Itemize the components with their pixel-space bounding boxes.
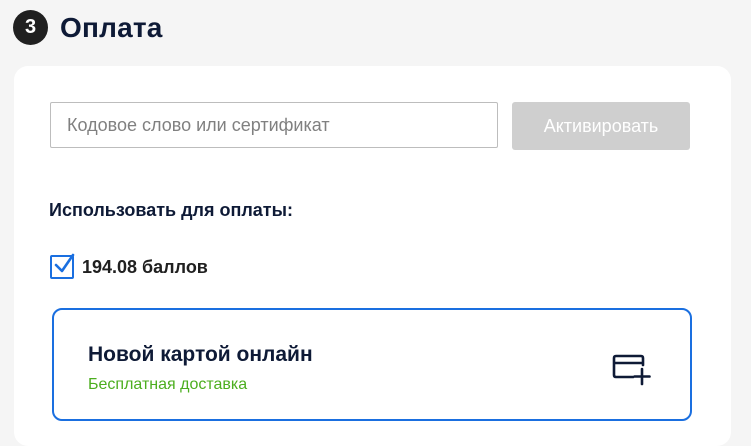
payment-option-subtitle: Бесплатная доставка	[88, 376, 248, 393]
points-label: 194.08 баллов	[82, 256, 208, 277]
use-for-payment-label: Использовать для оплаты:	[49, 200, 293, 220]
points-checkbox[interactable]	[50, 253, 75, 279]
section-title: Оплата	[60, 11, 163, 43]
payment-card: Активировать Использовать для оплаты: 19…	[14, 66, 731, 446]
payment-option-title: Новой картой онлайн	[88, 343, 313, 366]
promo-code-input[interactable]	[50, 102, 498, 148]
checkmark-icon	[54, 253, 75, 273]
activate-button[interactable]: Активировать	[512, 102, 690, 150]
add-card-icon	[612, 354, 651, 386]
section-header: 3 Оплата	[13, 10, 163, 45]
step-number-badge: 3	[13, 10, 48, 45]
points-option[interactable]: 194.08 баллов	[50, 253, 208, 279]
payment-option-new-card[interactable]: Новой картой онлайн Бесплатная доставка	[52, 308, 692, 421]
